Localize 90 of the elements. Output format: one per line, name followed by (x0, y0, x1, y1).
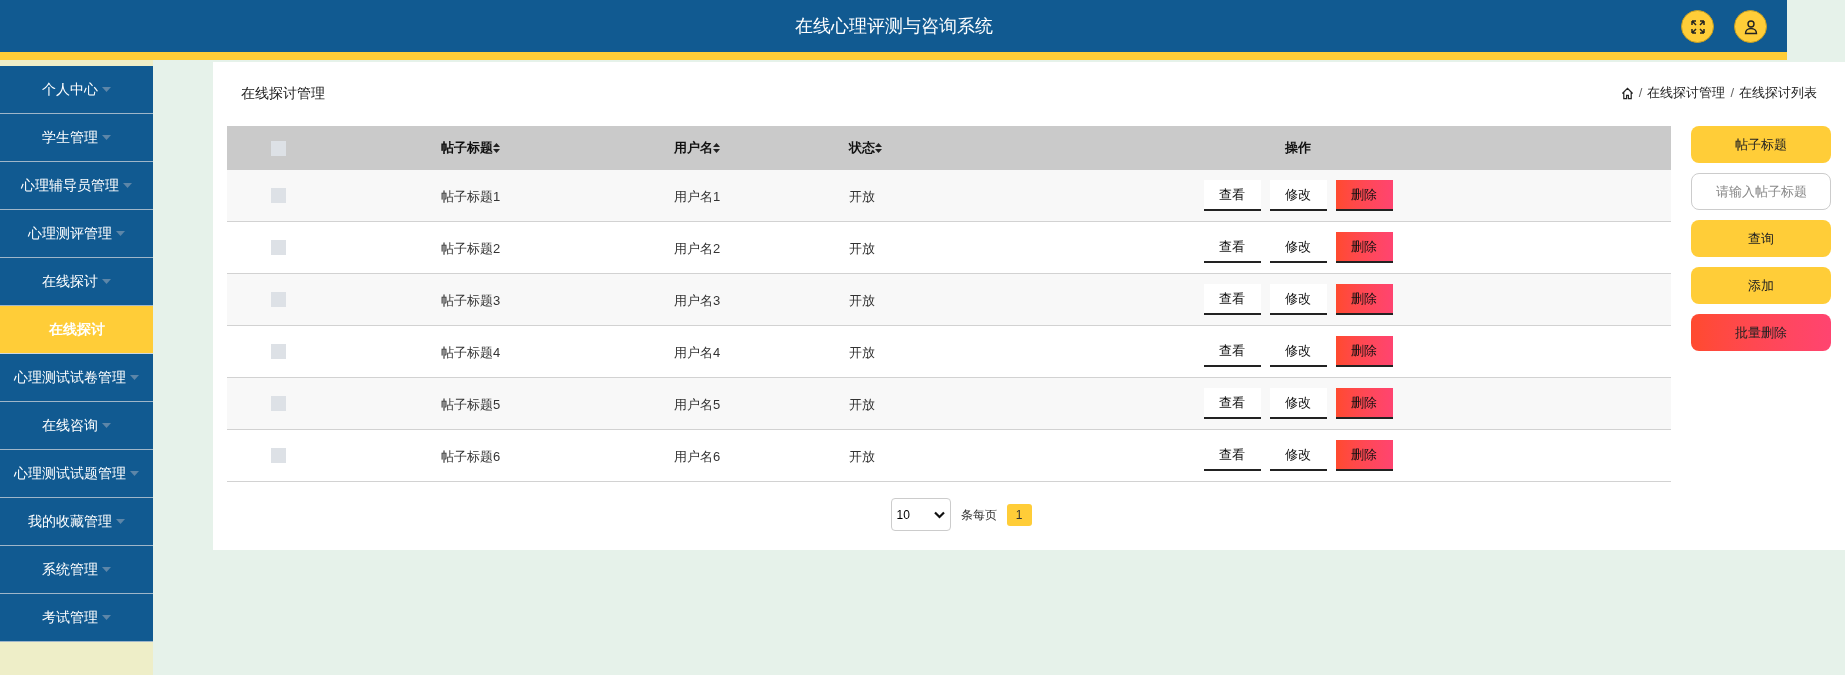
caret-icon (116, 519, 125, 524)
table-row[interactable]: 帖子标题5 用户名5 开放 查看 修改 删除 (227, 378, 1671, 430)
table-cell: 帖子标题6 (441, 448, 501, 464)
delete-button[interactable]: 删除 (1335, 388, 1393, 419)
breadcrumb-link[interactable]: 在线探讨管理 (1647, 83, 1726, 103)
sidebar-item[interactable]: 个人中心 (0, 66, 153, 114)
table-cell: 开放 (849, 396, 875, 412)
caret-icon (102, 279, 111, 284)
sidebar-item[interactable]: 心理测评管理 (0, 210, 153, 258)
table-cell: 帖子标题1 (441, 188, 501, 204)
fullscreen-button[interactable] (1681, 10, 1714, 43)
table-cell: 帖子标题5 (441, 396, 501, 412)
caret-icon (102, 615, 111, 620)
row-checkbox[interactable] (271, 344, 286, 359)
sidebar-item[interactable]: 心理测试试卷管理 (0, 354, 153, 402)
user-button[interactable] (1734, 10, 1767, 43)
column-header[interactable]: 用户名 (674, 138, 713, 158)
row-checkbox[interactable] (271, 292, 286, 307)
column-header[interactable]: 帖子标题 (441, 138, 493, 158)
caret-icon (130, 471, 139, 476)
table-cell: 用户名5 (674, 396, 721, 412)
table-cell: 帖子标题4 (441, 344, 501, 360)
field-label: 帖子标题 (1691, 126, 1831, 163)
chevron-down-icon (933, 510, 945, 519)
caret-icon (123, 183, 132, 188)
table-row[interactable]: 帖子标题1 用户名1 开放 查看 修改 删除 (227, 170, 1671, 222)
table-cell: 用户名6 (674, 448, 721, 464)
page-button[interactable]: 1 (1006, 503, 1032, 526)
delete-button[interactable]: 删除 (1335, 440, 1393, 471)
sidebar-item[interactable]: 学生管理 (0, 114, 153, 162)
delete-button[interactable]: 删除 (1335, 336, 1393, 367)
home-icon[interactable] (1620, 86, 1634, 100)
caret-icon (130, 375, 139, 380)
search-field[interactable]: 请输入帖子标题 (1691, 173, 1831, 210)
sidebar-item[interactable]: 考试管理 (0, 594, 153, 642)
table-cell: 开放 (849, 240, 875, 256)
table-cell: 开放 (849, 292, 875, 308)
page-size-select[interactable]: 10 (890, 498, 951, 531)
table-cell: 帖子标题3 (441, 292, 501, 308)
select-all-checkbox[interactable] (271, 140, 286, 156)
breadcrumb-link[interactable]: 在线探讨列表 (1739, 83, 1817, 103)
column-header: 操作 (1285, 139, 1311, 158)
page-size-label: 条每页 (960, 506, 997, 524)
caret-icon (102, 87, 111, 92)
sidebar-item[interactable]: 心理测试试题管理 (0, 450, 153, 498)
window-title: 在线心理评测与咨询系统 (794, 14, 993, 38)
sidebar-item[interactable]: 在线咨询 (0, 402, 153, 450)
sort-icon[interactable] (713, 143, 720, 153)
sidebar-item[interactable]: 心理辅导员管理 (0, 162, 153, 210)
table-row[interactable]: 帖子标题3 用户名3 开放 查看 修改 删除 (227, 274, 1671, 326)
sort-icon[interactable] (875, 143, 882, 153)
table-cell: 开放 (849, 188, 875, 204)
table-cell: 帖子标题2 (441, 240, 501, 256)
breadcrumb-separator: / (1730, 84, 1734, 103)
table-cell: 用户名4 (674, 344, 721, 360)
view-button[interactable]: 查看 (1203, 180, 1261, 211)
action-button[interactable]: 查询 (1691, 220, 1831, 257)
table-cell: 用户名2 (674, 240, 721, 256)
page-title: 在线探讨管理 (241, 83, 325, 103)
sidebar-item[interactable]: 系统管理 (0, 546, 153, 594)
edit-button[interactable]: 修改 (1269, 180, 1327, 211)
edit-button[interactable]: 修改 (1269, 388, 1327, 419)
delete-button[interactable]: 删除 (1335, 232, 1393, 263)
row-checkbox[interactable] (271, 448, 286, 463)
caret-icon (116, 231, 125, 236)
edit-button[interactable]: 修改 (1269, 284, 1327, 315)
caret-icon (102, 423, 111, 428)
view-button[interactable]: 查看 (1203, 388, 1261, 419)
delete-button[interactable]: 删除 (1335, 180, 1393, 211)
caret-icon (102, 135, 111, 140)
fullscreen-icon (1689, 18, 1706, 35)
batch-delete-button[interactable]: 批量删除 (1691, 314, 1831, 351)
action-button[interactable]: 添加 (1691, 267, 1831, 304)
sidebar-item[interactable]: 在线探讨 (0, 258, 153, 306)
sidebar-item[interactable]: 我的收藏管理 (0, 498, 153, 546)
view-button[interactable]: 查看 (1203, 284, 1261, 315)
breadcrumb-separator: / (1638, 84, 1643, 103)
table-cell: 用户名1 (674, 188, 721, 204)
caret-icon (102, 567, 111, 572)
user-icon (1742, 18, 1759, 35)
table-cell: 开放 (849, 344, 875, 360)
row-checkbox[interactable] (271, 396, 286, 411)
row-checkbox[interactable] (271, 240, 286, 255)
table-cell: 开放 (849, 448, 875, 464)
sort-icon[interactable] (493, 143, 500, 153)
select-value: 10 (896, 506, 910, 524)
delete-button[interactable]: 删除 (1335, 284, 1393, 315)
column-header[interactable]: 状态 (849, 138, 875, 158)
row-checkbox[interactable] (271, 188, 286, 203)
table-cell: 用户名3 (674, 292, 721, 308)
